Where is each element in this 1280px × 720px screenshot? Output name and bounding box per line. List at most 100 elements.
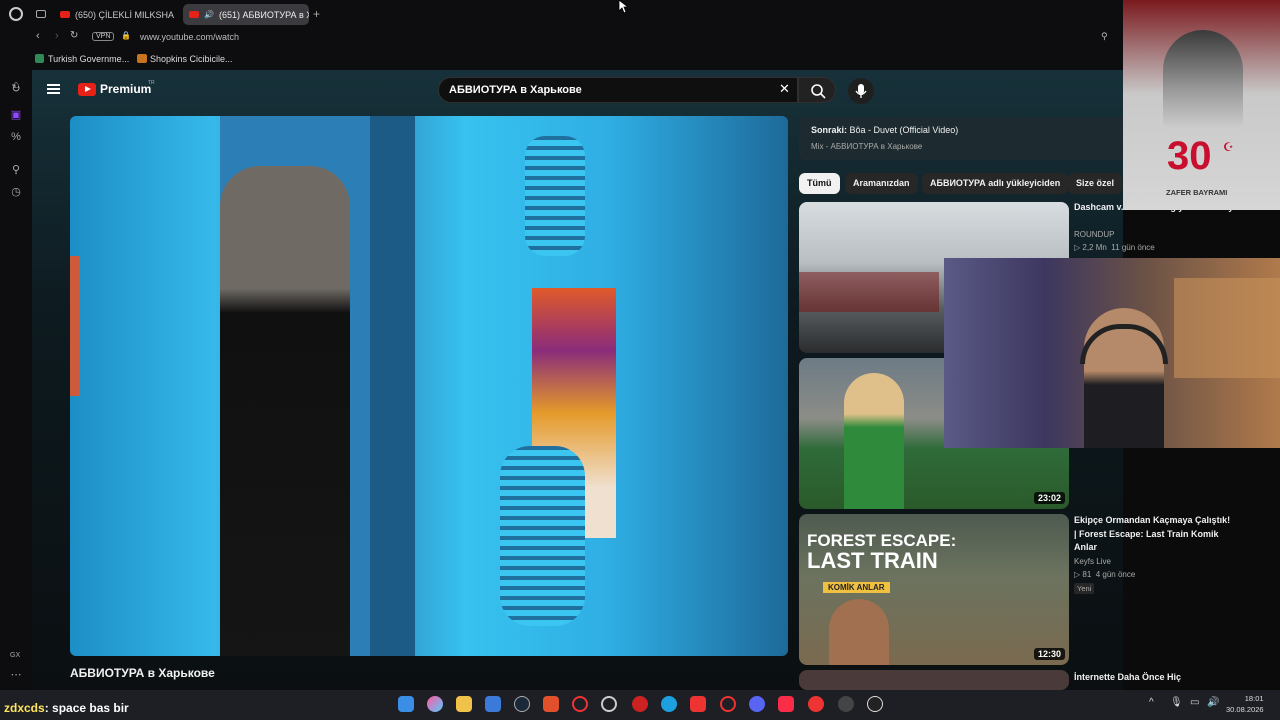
music-icon[interactable] <box>778 696 794 712</box>
pin-sidebar-icon[interactable]: ⚲ <box>9 163 23 177</box>
video-person-silhouette <box>220 166 350 656</box>
app-icon[interactable] <box>720 696 736 712</box>
windows-start-icon[interactable] <box>398 696 414 712</box>
opera-menu-icon[interactable] <box>9 7 23 21</box>
pin-icon[interactable]: ⚲ <box>1101 31 1108 42</box>
chip-from-search[interactable]: Aramanızdan <box>845 173 918 194</box>
poster-text: ZAFER BAYRAMI <box>1166 188 1228 197</box>
region-code: TR <box>148 80 155 86</box>
thumb-detail <box>799 272 939 312</box>
commemorative-poster-overlay: 30 ☪ ZAFER BAYRAMI <box>1123 0 1280 210</box>
file-explorer-icon[interactable] <box>456 696 472 712</box>
up-next-card[interactable]: Sonraki: Bôa - Duvet (Official Video) Mi… <box>799 117 1129 160</box>
bookmarks-bar: Turkish Governme... Shopkins Cicibicile.… <box>0 48 1280 70</box>
related-video-channel[interactable]: Keyfs Live <box>1074 557 1111 566</box>
youtube-logo[interactable]: Premium <box>78 82 151 96</box>
network-icon[interactable]: ▭ <box>1190 697 1199 708</box>
related-video-thumbnail[interactable]: FOREST ESCAPE: LAST TRAIN KOMİK ANLAR 12… <box>799 514 1069 665</box>
new-tab-plus-icon[interactable]: + <box>313 7 320 21</box>
more-dots-icon[interactable]: ⋯ <box>9 668 23 682</box>
thumb-person <box>844 373 904 509</box>
percent-icon[interactable]: % <box>9 130 23 144</box>
copilot-icon[interactable] <box>427 696 443 712</box>
chip-for-you[interactable]: Size özel <box>1068 173 1123 194</box>
opera-gx-icon[interactable] <box>572 696 588 712</box>
tab-abviotura[interactable]: 🔊 (651) АБВИОТУРА в Ха... <box>183 4 309 25</box>
thumb-title-2: LAST TRAIN <box>807 548 938 573</box>
related-video-meta: ▷ 2,2 Mn 11 gün önce <box>1074 243 1155 252</box>
bookmark-turkish-government[interactable]: Turkish Governme... <box>48 54 129 64</box>
chip-all[interactable]: Tümü <box>799 173 840 194</box>
youtube-favicon-icon <box>189 11 199 18</box>
video-stall-vent <box>500 446 585 626</box>
volume-icon[interactable]: 🔊 <box>1207 697 1219 708</box>
search-button[interactable] <box>798 77 836 103</box>
hamburger-menu-icon[interactable] <box>47 84 60 94</box>
tab-milkshake[interactable]: (650) ÇİLEKLİ MILKSHAKE... <box>54 4 174 25</box>
lock-icon: 🔒 <box>121 31 131 40</box>
search-input[interactable]: АБВИОТУРА в Харькове <box>438 77 798 103</box>
related-video-views: 81 <box>1082 570 1092 579</box>
search-icon <box>811 84 826 99</box>
bookmark-shopkins[interactable]: Shopkins Cicibicile... <box>150 54 233 64</box>
browser-sidebar: ↻ ▣ % ⚲ ◷ GX ⋯ <box>0 70 32 690</box>
thumb-person <box>829 599 889 665</box>
video-stall-vent <box>525 136 585 256</box>
browser-tab-bar: (650) ÇİLEKLİ MILKSHAKE... 🔊 (651) АБВИО… <box>0 0 1280 28</box>
reload-icon[interactable]: ↻ <box>70 30 78 41</box>
up-next-title: Bôa - Duvet (Official Video) <box>849 125 959 135</box>
poster-portrait <box>1163 30 1243 130</box>
related-video-thumbnail[interactable] <box>799 670 1069 690</box>
up-next-subtitle: Mix - АБВИОТУРА в Харькове <box>811 142 923 151</box>
twitch-icon[interactable]: ▣ <box>9 108 23 122</box>
chat-username: zdxcds <box>4 701 45 715</box>
microphone-icon <box>855 84 867 98</box>
tab-label: (651) АБВИОТУРА в Ха... <box>218 9 309 20</box>
video-title: АБВИОТУРА в Харькове <box>70 666 215 680</box>
brave-icon[interactable] <box>543 696 559 712</box>
download-icon[interactable]: ⌂ <box>9 78 23 92</box>
thumb-title-3: KOMİK ANLAR <box>823 582 890 593</box>
video-duration: 12:30 <box>1033 648 1065 660</box>
clock-date: 30.08.2026 <box>1226 705 1264 714</box>
related-video-meta: ▷ 81 4 gün önce <box>1074 570 1135 579</box>
app-icon[interactable] <box>632 696 648 712</box>
related-video-title[interactable]: Ekipçe Ormandan Kaçmaya Çalıştık! | Fore… <box>1074 514 1234 555</box>
youtube-favicon-icon <box>60 11 70 18</box>
related-video-age: 11 gün önce <box>1111 243 1155 252</box>
new-badge: Yeni <box>1074 583 1095 594</box>
tray-chevron-icon[interactable]: ^ <box>1149 697 1154 708</box>
discord-icon[interactable] <box>749 696 765 712</box>
tab-label: (650) ÇİLEKLİ MILKSHAKE... <box>75 9 174 20</box>
clock-icon[interactable]: ◷ <box>9 185 23 199</box>
gx-label[interactable]: GX <box>10 652 20 659</box>
logo-text: Premium <box>100 82 152 96</box>
youtube-play-icon <box>78 82 96 96</box>
system-clock[interactable]: 18:01 30.08.2026 <box>1226 693 1264 715</box>
related-video-channel[interactable]: ROUNDUP <box>1074 230 1114 239</box>
tab-island-icon[interactable] <box>36 10 46 18</box>
url-field[interactable]: www.youtube.com/watch <box>140 32 239 42</box>
bookmark-globe-icon <box>35 54 44 63</box>
crescent-star-icon: ☪ <box>1223 140 1234 154</box>
app-icon[interactable] <box>867 696 883 712</box>
app-icon[interactable] <box>808 696 824 712</box>
opera-icon[interactable] <box>601 696 617 712</box>
app-icon[interactable] <box>485 696 501 712</box>
up-next-title-line: Sonraki: Bôa - Duvet (Official Video) <box>811 125 958 135</box>
webcam-window <box>1174 278 1280 378</box>
app-icon[interactable] <box>838 696 854 712</box>
microphone-tray-icon[interactable]: 🎙 <box>1170 697 1183 708</box>
voice-search-button[interactable] <box>848 78 874 104</box>
back-icon[interactable]: ‹ <box>36 30 40 42</box>
video-player[interactable] <box>70 116 788 656</box>
edge-icon[interactable] <box>661 696 677 712</box>
steam-icon[interactable] <box>514 696 530 712</box>
chip-uploader[interactable]: АБВИОТУРА adlı yükleyiciden <box>922 173 1069 194</box>
app-icon[interactable] <box>690 696 706 712</box>
forward-icon[interactable]: › <box>55 30 59 42</box>
vpn-badge[interactable]: VPN <box>92 32 115 41</box>
address-bar-row: ‹ › ↻ VPN 🔒 www.youtube.com/watch ⚲ <box>0 28 1280 48</box>
related-video-title[interactable]: İnternette Daha Önce Hiç <box>1074 671 1234 685</box>
clear-search-icon[interactable]: ✕ <box>779 81 790 97</box>
